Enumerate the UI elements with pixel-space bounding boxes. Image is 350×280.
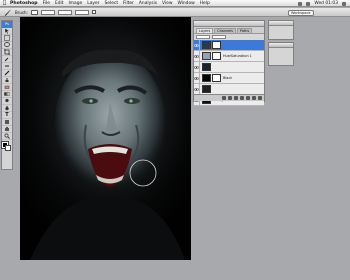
brush-preset-picker[interactable]: [30, 9, 38, 15]
brush-tool-icon[interactable]: [3, 9, 12, 16]
eye-icon[interactable]: [194, 50, 200, 62]
brush-icon[interactable]: [2, 70, 12, 77]
menu-help[interactable]: Help: [200, 1, 210, 6]
new-layer-icon[interactable]: [252, 96, 256, 100]
layer-row[interactable]: [194, 39, 264, 51]
hand-icon[interactable]: [2, 126, 12, 133]
add-mask-icon[interactable]: [234, 96, 238, 100]
lasso-tool-icon[interactable]: [2, 42, 12, 49]
type-icon[interactable]: T: [2, 112, 12, 119]
menu-view[interactable]: View: [162, 1, 172, 6]
color-palette[interactable]: [268, 42, 294, 66]
layer-row[interactable]: [194, 61, 264, 73]
background-color-swatch[interactable]: [5, 145, 11, 151]
navigator-palette[interactable]: [268, 20, 294, 40]
menu-analysis[interactable]: Analysis: [139, 1, 157, 6]
layer-name[interactable]: Hue/Saturation 1: [223, 54, 252, 58]
menu-file[interactable]: File: [43, 1, 50, 6]
layers-panel-tabs: Layers Channels Paths: [194, 27, 264, 34]
layer-row[interactable]: Hue/Saturation 1: [194, 50, 264, 62]
tab-layers[interactable]: Layers: [196, 27, 214, 33]
shape-icon[interactable]: [2, 119, 12, 126]
eye-icon[interactable]: [194, 61, 200, 73]
menu-select[interactable]: Select: [105, 1, 119, 6]
menu-window[interactable]: Window: [177, 1, 194, 6]
layers-panel-titlebar[interactable]: [194, 21, 264, 27]
trash-icon[interactable]: [258, 96, 262, 100]
layer-thumbnail[interactable]: [202, 85, 211, 93]
opacity-field[interactable]: [212, 35, 226, 39]
layer-thumbnail[interactable]: [202, 63, 211, 71]
move-tool-icon[interactable]: [2, 28, 12, 35]
crop-tool-icon[interactable]: [2, 49, 12, 56]
layer-mask-thumbnail[interactable]: [212, 74, 221, 82]
layer-name[interactable]: Black: [223, 76, 232, 80]
apple-icon[interactable]: : [3, 0, 10, 7]
layer-style-icon[interactable]: [228, 96, 232, 100]
menu-clock[interactable]: Wed 01:03: [314, 1, 338, 6]
flow-field[interactable]: [74, 9, 89, 15]
dodge-icon[interactable]: [2, 98, 12, 105]
layers-bottom-bar: [194, 94, 264, 101]
volume-icon[interactable]: [306, 1, 311, 6]
menu-layer[interactable]: Layer: [87, 1, 99, 6]
opacity-field[interactable]: [57, 9, 72, 15]
layer-thumbnail[interactable]: [202, 74, 211, 82]
menu-filter[interactable]: Filter: [123, 1, 134, 6]
tab-paths[interactable]: Paths: [236, 27, 253, 33]
menu-image[interactable]: Image: [68, 1, 82, 6]
layer-thumbnail[interactable]: [202, 41, 211, 49]
document-canvas[interactable]: [20, 17, 191, 260]
adjustment-layer-icon[interactable]: [240, 96, 244, 100]
eraser-icon[interactable]: [2, 84, 12, 91]
tools-palette: Ps T: [1, 20, 13, 170]
mode-select[interactable]: [40, 9, 55, 15]
brush-label: Brush:: [15, 9, 28, 15]
color-swatches[interactable]: [1, 141, 12, 152]
tab-channels[interactable]: Channels: [214, 27, 236, 33]
eye-icon[interactable]: [194, 83, 200, 95]
heal-icon[interactable]: [2, 63, 12, 70]
blend-mode-select[interactable]: [196, 35, 210, 39]
marquee-tool-icon[interactable]: [2, 35, 12, 42]
eye-icon[interactable]: [194, 72, 200, 84]
layer-row[interactable]: Black: [194, 72, 264, 84]
tools-palette-header[interactable]: Ps: [2, 21, 12, 28]
face-image: [20, 17, 191, 260]
airbrush-toggle[interactable]: [91, 10, 96, 14]
menu-edit[interactable]: Edit: [55, 1, 64, 6]
workspace-select[interactable]: Workspace: [288, 9, 314, 16]
menu-bar:  Photoshop File Edit Image Layer Select…: [0, 0, 350, 7]
layer-mask-thumbnail[interactable]: [212, 41, 221, 49]
zoom-icon[interactable]: [2, 133, 12, 140]
spotlight-icon[interactable]: [342, 1, 346, 6]
new-group-icon[interactable]: [246, 96, 250, 100]
eye-icon[interactable]: [194, 39, 200, 51]
app-menu[interactable]: Photoshop: [10, 1, 38, 6]
wifi-icon[interactable]: [298, 1, 303, 6]
layer-thumbnail[interactable]: [202, 52, 211, 60]
stamp-icon[interactable]: [2, 77, 12, 84]
gradient-icon[interactable]: [2, 91, 12, 98]
options-bar: Brush: Workspace: [0, 8, 350, 17]
layer-mask-thumbnail[interactable]: [212, 52, 221, 60]
pen-icon[interactable]: [2, 105, 12, 112]
eyedropper-icon[interactable]: [2, 56, 12, 63]
layers-panel: Layers Channels Paths Hue/Saturation 1 Bl…: [193, 20, 265, 106]
link-layers-icon[interactable]: [222, 96, 226, 100]
